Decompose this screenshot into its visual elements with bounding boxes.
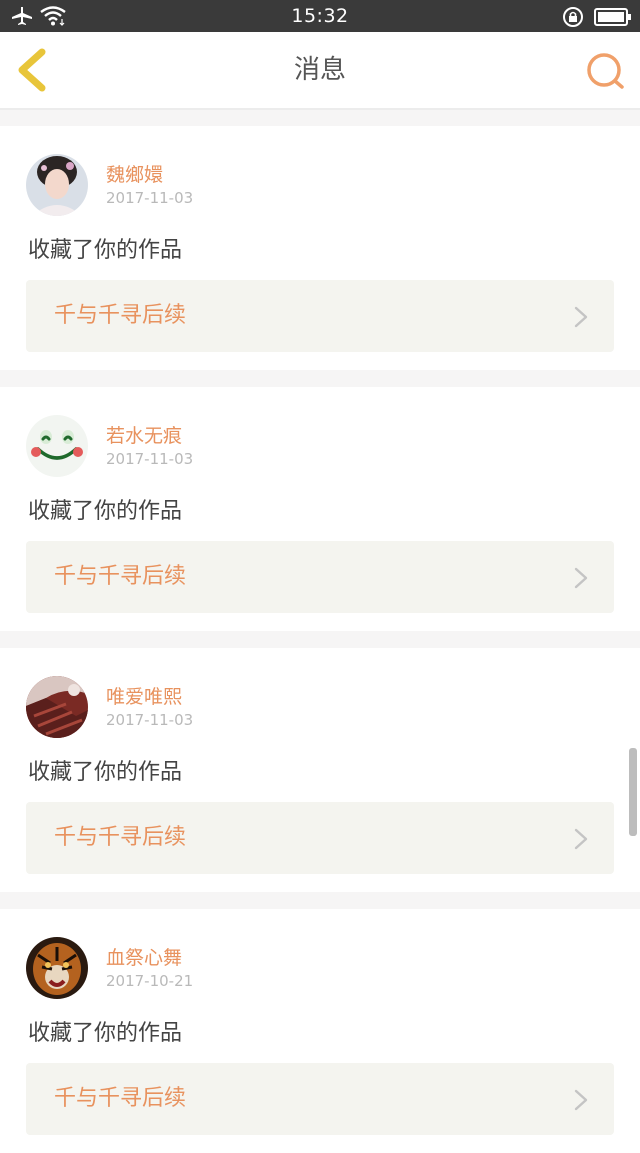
message-action-text: 收藏了你的作品 — [28, 499, 183, 524]
message-action-text: 收藏了你的作品 — [28, 1021, 183, 1046]
avatar[interactable] — [26, 415, 88, 477]
search-button[interactable] — [584, 50, 628, 94]
avatar[interactable] — [26, 154, 88, 216]
message-date: 2017-11-03 — [106, 189, 194, 207]
work-link[interactable]: 千与千寻后续 — [26, 802, 614, 874]
chevron-right-icon — [574, 1089, 588, 1111]
scrollbar[interactable] — [629, 748, 637, 836]
avatar[interactable] — [26, 937, 88, 999]
username[interactable]: 若水无痕 — [106, 421, 182, 448]
status-time: 15:32 — [291, 5, 349, 27]
username[interactable]: 血祭心舞 — [106, 943, 182, 970]
status-bar: 15:32 — [0, 0, 640, 32]
header: 消息 — [0, 32, 640, 110]
message-card: 血祭心舞 2017-10-21 收藏了你的作品 千与千寻后续 — [0, 909, 640, 1153]
rotation-lock-icon — [563, 7, 583, 27]
work-link[interactable]: 千与千寻后续 — [26, 1063, 614, 1135]
chevron-right-icon — [574, 567, 588, 589]
username[interactable]: 魏鄉嬛 — [106, 160, 163, 187]
avatar[interactable] — [26, 676, 88, 738]
message-date: 2017-10-21 — [106, 972, 194, 990]
work-title: 千与千寻后续 — [54, 825, 187, 850]
username[interactable]: 唯爱唯熙 — [106, 682, 182, 709]
page-title: 消息 — [293, 55, 346, 85]
message-action-text: 收藏了你的作品 — [28, 760, 183, 785]
work-title: 千与千寻后续 — [54, 1086, 187, 1111]
message-card: 魏鄉嬛 2017-11-03 收藏了你的作品 千与千寻后续 — [0, 126, 640, 370]
battery-icon — [594, 8, 631, 26]
message-action-text: 收藏了你的作品 — [28, 238, 183, 263]
work-title: 千与千寻后续 — [54, 303, 187, 328]
chevron-right-icon — [574, 306, 588, 328]
message-card: 若水无痕 2017-11-03 收藏了你的作品 千与千寻后续 — [0, 387, 640, 631]
message-card: 唯爱唯熙 2017-11-03 收藏了你的作品 千与千寻后续 — [0, 648, 640, 892]
work-link[interactable]: 千与千寻后续 — [26, 280, 614, 352]
message-date: 2017-11-03 — [106, 711, 194, 729]
search-icon — [587, 53, 624, 89]
chevron-right-icon — [574, 828, 588, 850]
message-date: 2017-11-03 — [106, 450, 194, 468]
work-link[interactable]: 千与千寻后续 — [26, 541, 614, 613]
work-title: 千与千寻后续 — [54, 564, 187, 589]
